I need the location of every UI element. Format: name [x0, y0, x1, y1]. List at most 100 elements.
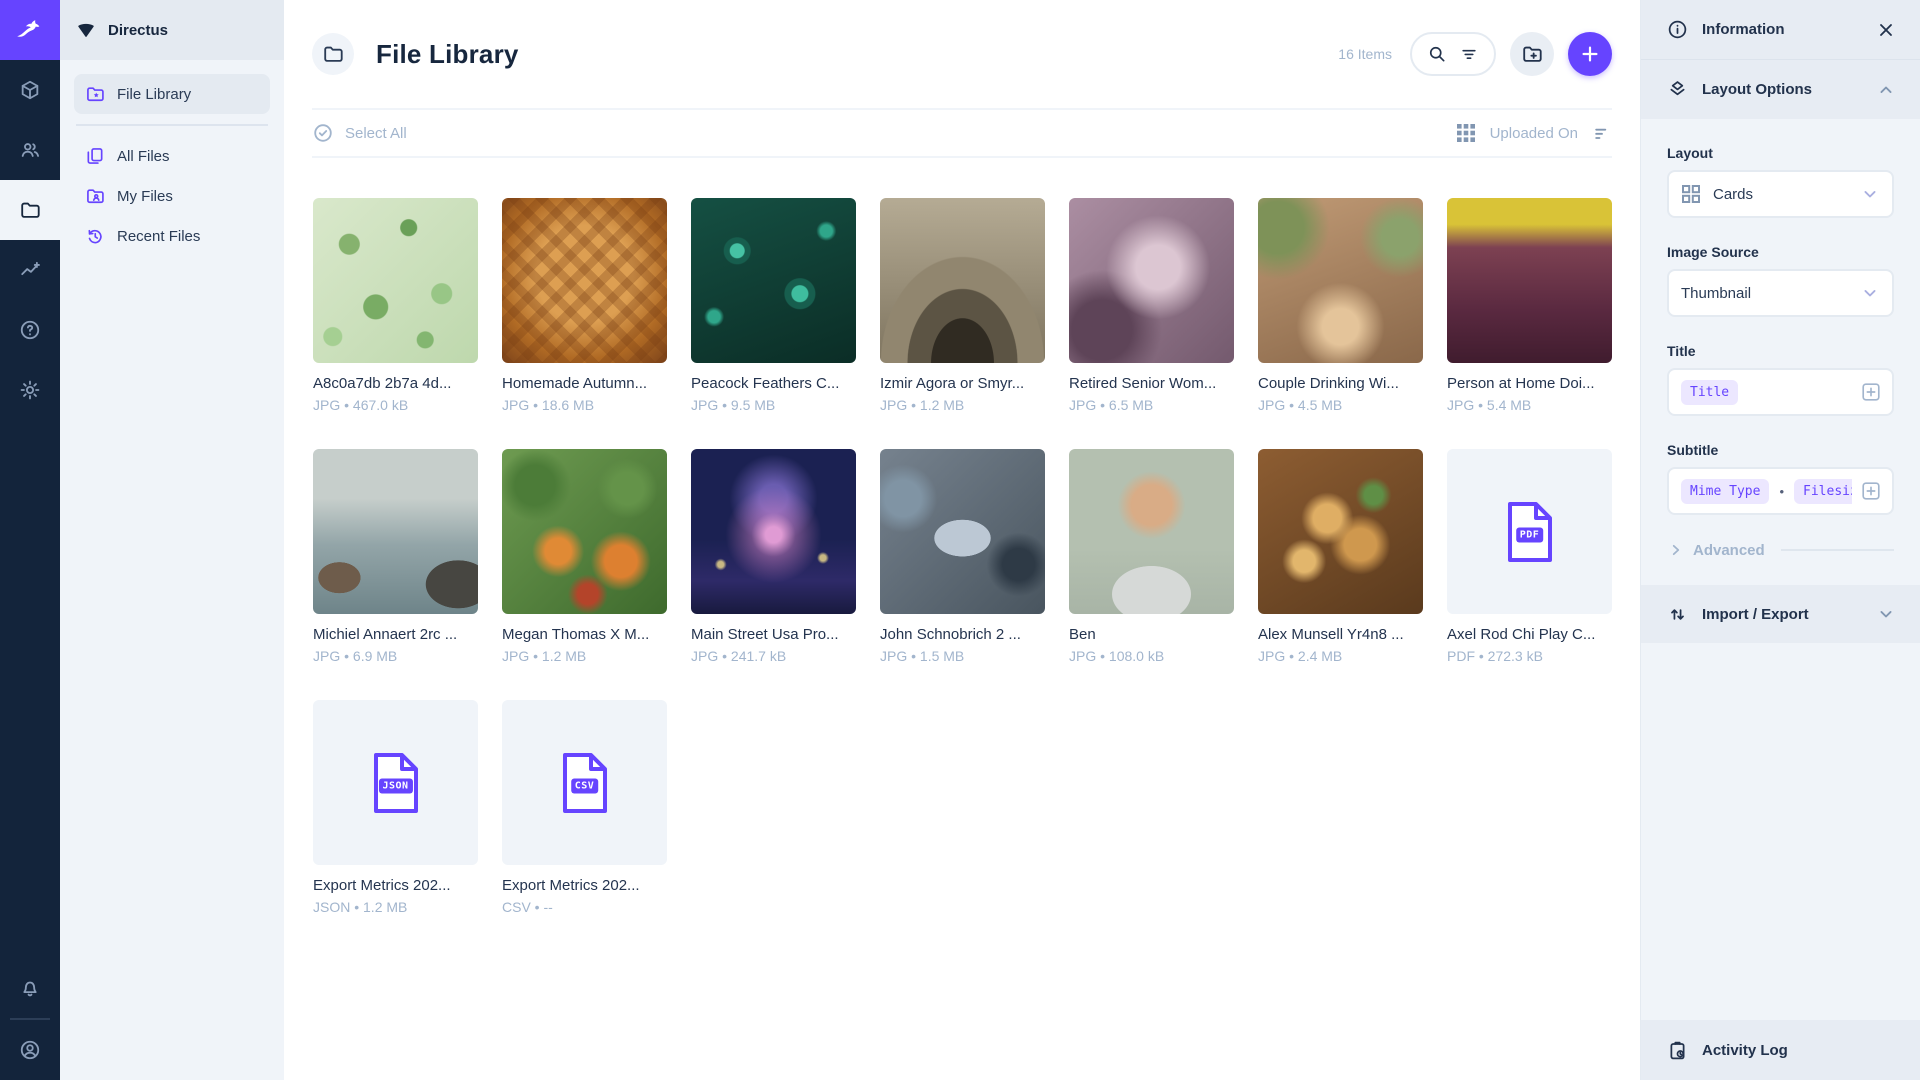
- pages-icon: [85, 146, 105, 166]
- main-content: File Library 16 Items Select All: [284, 0, 1640, 1080]
- file-card[interactable]: Michiel Annaert 2rc ...JPG • 6.9 MB: [313, 449, 478, 664]
- sidebar-item-recent-files[interactable]: Recent Files: [74, 216, 270, 256]
- module-content[interactable]: [0, 60, 60, 120]
- file-extension-badge: PDF: [1516, 528, 1544, 543]
- import-export-header[interactable]: Import / Export: [1641, 585, 1920, 643]
- file-card[interactable]: PDF Axel Rod Chi Play C... PDF • 272.3 kB: [1447, 449, 1612, 664]
- file-card[interactable]: Alex Munsell Yr4n8 ...JPG • 2.4 MB: [1258, 449, 1423, 664]
- new-folder-button[interactable]: [1510, 32, 1554, 76]
- search-icon[interactable]: [1427, 44, 1447, 64]
- file-meta: JPG • 2.4 MB: [1258, 648, 1423, 664]
- sort-field-label[interactable]: Uploaded On: [1490, 125, 1578, 142]
- file-photo-thumbnail: [1258, 449, 1423, 614]
- document-icon: CSV: [559, 751, 611, 815]
- activity-log-button[interactable]: Activity Log: [1641, 1020, 1920, 1080]
- users-icon: [19, 139, 41, 161]
- layout-select[interactable]: Cards: [1667, 170, 1894, 218]
- file-card[interactable]: A8c0a7db 2b7a 4d...JPG • 467.0 kB: [313, 198, 478, 413]
- history-icon: [85, 226, 105, 246]
- file-doc-thumbnail: CSV: [502, 700, 667, 865]
- layout-options-title: Layout Options: [1702, 81, 1812, 98]
- title-field[interactable]: Title: [1667, 368, 1894, 416]
- search-bar[interactable]: [1410, 32, 1496, 76]
- file-extension-badge: JSON: [378, 779, 412, 794]
- advanced-divider: [1781, 549, 1894, 551]
- close-icon[interactable]: [1876, 20, 1896, 40]
- file-card[interactable]: John Schnobrich 2 ...JPG • 1.5 MB: [880, 449, 1045, 664]
- project-chooser[interactable]: Directus: [60, 0, 284, 60]
- sidebar-item-all-files[interactable]: All Files: [74, 136, 270, 176]
- add-field-icon[interactable]: [1860, 381, 1882, 403]
- file-photo-thumbnail: [1447, 198, 1612, 363]
- subtitle-field[interactable]: Mime Type•Filesize: [1667, 467, 1894, 515]
- chevron-up-icon[interactable]: [1876, 80, 1896, 100]
- sort-direction-icon[interactable]: [1592, 123, 1612, 143]
- file-photo-thumbnail: [1258, 198, 1423, 363]
- directus-logo[interactable]: [0, 0, 60, 60]
- add-file-button[interactable]: [1568, 32, 1612, 76]
- filter-icon[interactable]: [1459, 44, 1479, 64]
- module-users[interactable]: [0, 120, 60, 180]
- file-meta: JPG • 6.5 MB: [1069, 397, 1234, 413]
- module-spacer: [0, 420, 60, 958]
- file-meta: JPG • 1.2 MB: [502, 648, 667, 664]
- subtitle-chips: Mime Type•Filesize: [1681, 479, 1852, 504]
- notifications-button[interactable]: [0, 958, 60, 1018]
- chevron-down-icon[interactable]: [1876, 604, 1896, 624]
- file-title: Export Metrics 202...: [502, 877, 667, 894]
- sidebar-item-label: My Files: [117, 188, 173, 205]
- file-photo-thumbnail: [502, 198, 667, 363]
- file-title: Homemade Autumn...: [502, 375, 667, 392]
- grid-view-icon[interactable]: [1456, 123, 1476, 143]
- image-source-select[interactable]: Thumbnail: [1667, 269, 1894, 317]
- file-meta: PDF • 272.3 kB: [1447, 648, 1612, 664]
- file-photo-thumbnail: [502, 449, 667, 614]
- add-field-icon[interactable]: [1860, 480, 1882, 502]
- module-settings[interactable]: [0, 360, 60, 420]
- title-chip[interactable]: Title: [1681, 380, 1738, 405]
- file-card[interactable]: Homemade Autumn...JPG • 18.6 MB: [502, 198, 667, 413]
- information-header[interactable]: Information: [1641, 0, 1920, 59]
- module-docs[interactable]: [0, 300, 60, 360]
- image-source-value: Thumbnail: [1681, 285, 1751, 302]
- file-photo-thumbnail: [880, 449, 1045, 614]
- user-circle-icon: [19, 1039, 41, 1061]
- layout-options-header[interactable]: Layout Options: [1641, 60, 1920, 119]
- file-card[interactable]: CSVExport Metrics 202...CSV • --: [502, 700, 667, 915]
- bell-icon: [19, 977, 41, 999]
- module-insights[interactable]: [0, 240, 60, 300]
- subtitle-chip[interactable]: Filesize: [1794, 479, 1852, 504]
- select-all-button[interactable]: Select All: [312, 122, 407, 144]
- file-photo-thumbnail: [313, 198, 478, 363]
- sidebar-item-my-files[interactable]: My Files: [74, 176, 270, 216]
- file-card[interactable]: Person at Home Doi...JPG • 5.4 MB: [1447, 198, 1612, 413]
- file-card[interactable]: Megan Thomas X M... JPG • 1.2 MB: [502, 449, 667, 664]
- project-icon: [76, 20, 96, 40]
- advanced-label: Advanced: [1693, 542, 1765, 559]
- file-card[interactable]: Retired Senior Wom...JPG • 6.5 MB: [1069, 198, 1234, 413]
- info-icon: [1667, 19, 1688, 40]
- file-card[interactable]: BenJPG • 108.0 kB: [1069, 449, 1234, 664]
- subtitle-chip[interactable]: Mime Type: [1681, 479, 1769, 504]
- file-meta: JPG • 108.0 kB: [1069, 648, 1234, 664]
- import-export-title: Import / Export: [1702, 606, 1809, 623]
- gear-icon: [19, 379, 41, 401]
- help-icon: [19, 319, 41, 341]
- file-title: Axel Rod Chi Play C...: [1447, 626, 1612, 643]
- user-avatar-button[interactable]: [0, 1020, 60, 1080]
- sidebar-item-label: All Files: [117, 148, 170, 165]
- file-meta: JPG • 9.5 MB: [691, 397, 856, 413]
- file-photo-thumbnail: [691, 449, 856, 614]
- file-card[interactable]: JSONExport Metrics 202...JSON • 1.2 MB: [313, 700, 478, 915]
- module-files[interactable]: [0, 180, 60, 240]
- file-title: Couple Drinking Wi...: [1258, 375, 1423, 392]
- file-card[interactable]: Peacock Feathers C...JPG • 9.5 MB: [691, 198, 856, 413]
- project-name: Directus: [108, 22, 168, 39]
- sidebar-item-file-library[interactable]: File Library: [74, 74, 270, 114]
- file-card[interactable]: Main Street Usa Pro...JPG • 241.7 kB: [691, 449, 856, 664]
- file-card[interactable]: Izmir Agora or Smyr...JPG • 1.2 MB: [880, 198, 1045, 413]
- folder-icon: [19, 199, 41, 221]
- file-title: Megan Thomas X M...: [502, 626, 667, 643]
- advanced-toggle[interactable]: Advanced: [1667, 541, 1894, 559]
- file-card[interactable]: Couple Drinking Wi...JPG • 4.5 MB: [1258, 198, 1423, 413]
